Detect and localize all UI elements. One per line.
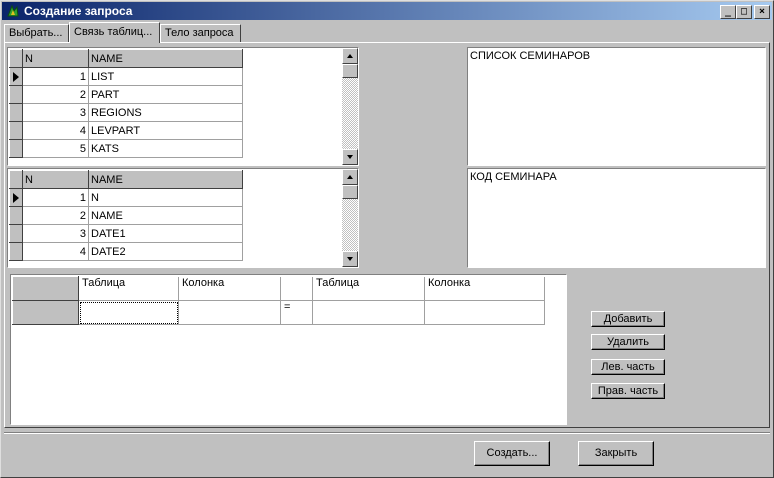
join-cell-column-right[interactable] [424,300,545,325]
table-row[interactable]: 1 N [9,188,243,207]
join-header-operator [280,276,313,301]
tab-select[interactable]: Выбрать... [4,24,69,43]
row-n[interactable]: 1 [22,188,89,207]
table-row[interactable]: 4 LEVPART [9,121,243,140]
join-conditions-grid[interactable]: Таблица Колонка Таблица Колонка = [10,274,567,425]
row-name[interactable]: N [88,188,243,207]
scroll-down-button[interactable] [342,149,358,165]
tab-table-links[interactable]: Связь таблиц... [69,22,160,43]
row-indicator [9,67,23,86]
grid-header-row: N NAME [9,49,243,68]
join-row-indicator [12,300,79,325]
arrow-up-icon [347,175,353,179]
join-row[interactable]: = [12,300,545,325]
row-n[interactable]: 4 [22,121,89,140]
footer-divider [4,432,770,434]
row-indicator [9,242,23,261]
table-row[interactable]: 2 NAME [9,206,243,225]
minimize-button[interactable]: _ [720,5,736,19]
scroll-thumb[interactable] [342,64,358,78]
row-indicator [9,188,23,207]
left-part-button[interactable]: Лев. часть [591,359,665,375]
column-header-n[interactable]: N [22,170,89,189]
join-cell-table-left[interactable] [78,300,179,325]
arrow-up-icon [347,54,353,58]
join-header-table-left[interactable]: Таблица [78,276,179,301]
table-row[interactable]: 5 KATS [9,139,243,158]
column-header-n[interactable]: N [22,49,89,68]
join-cell-table-right[interactable] [312,300,425,325]
arrow-down-icon [347,257,353,261]
tab-query-body[interactable]: Тело запроса [160,24,241,43]
columns-grid[interactable]: N NAME 1 N 2 NAME 3 DATE1 4 DATE2 [7,168,359,268]
column-header-name[interactable]: NAME [88,170,243,189]
row-indicator [9,206,23,225]
join-header-table-right[interactable]: Таблица [312,276,425,301]
row-indicator [9,85,23,104]
tables-grid[interactable]: N NAME 1 LIST 2 PART 3 REGIONS 4 LEVPART… [7,47,359,166]
table-row[interactable]: 1 LIST [9,67,243,86]
row-indicator [9,103,23,122]
table-row[interactable]: 4 DATE2 [9,242,243,261]
scroll-up-button[interactable] [342,48,358,64]
column-header-name[interactable]: NAME [88,49,243,68]
join-cell-operator[interactable]: = [280,300,313,325]
current-row-arrow-icon [13,193,19,203]
row-name[interactable]: DATE2 [88,242,243,261]
row-n[interactable]: 2 [22,206,89,225]
close-button[interactable]: Закрыть [578,441,654,466]
scroll-down-button[interactable] [342,251,358,267]
scroll-thumb[interactable] [342,185,358,199]
window-title: Создание запроса [24,4,133,18]
arrow-down-icon [347,155,353,159]
add-button[interactable]: Добавить [591,311,665,327]
row-indicator [9,224,23,243]
vertical-scrollbar[interactable] [342,169,358,267]
row-name[interactable]: NAME [88,206,243,225]
scroll-up-button[interactable] [342,169,358,185]
vertical-scrollbar[interactable] [342,48,358,165]
table-row[interactable]: 3 REGIONS [9,103,243,122]
table-row[interactable]: 2 PART [9,85,243,104]
table-row[interactable]: 3 DATE1 [9,224,243,243]
grid-corner [9,170,23,189]
grid-corner [9,49,23,68]
close-window-button[interactable]: × [754,5,770,19]
join-header-column-left[interactable]: Колонка [178,276,281,301]
row-indicator [9,139,23,158]
row-name[interactable]: KATS [88,139,243,158]
maximize-button[interactable]: □ [736,5,752,19]
row-n[interactable]: 5 [22,139,89,158]
join-header-row: Таблица Колонка Таблица Колонка [12,276,545,301]
current-row-arrow-icon [13,72,19,82]
row-name[interactable]: LIST [88,67,243,86]
join-header-column-right[interactable]: Колонка [424,276,545,301]
row-n[interactable]: 4 [22,242,89,261]
grid-header-row: N NAME [9,170,243,189]
row-name[interactable]: LEVPART [88,121,243,140]
right-part-button[interactable]: Прав. часть [591,383,665,399]
join-cell-column-left[interactable] [178,300,281,325]
row-indicator [9,121,23,140]
row-n[interactable]: 1 [22,67,89,86]
row-n[interactable]: 3 [22,224,89,243]
row-name[interactable]: DATE1 [88,224,243,243]
title-bar[interactable]: Создание запроса _ □ × [2,2,772,20]
delete-button[interactable]: Удалить [591,334,665,350]
table-comment-memo[interactable]: СПИСОК СЕМИНАРОВ [467,47,766,166]
row-n[interactable]: 3 [22,103,89,122]
row-name[interactable]: REGIONS [88,103,243,122]
create-button[interactable]: Создать... [474,441,550,466]
row-name[interactable]: PART [88,85,243,104]
row-n[interactable]: 2 [22,85,89,104]
column-comment-memo[interactable]: КОД СЕМИНАРА [467,168,766,268]
join-grid-corner [12,276,79,301]
app-icon [7,4,19,17]
